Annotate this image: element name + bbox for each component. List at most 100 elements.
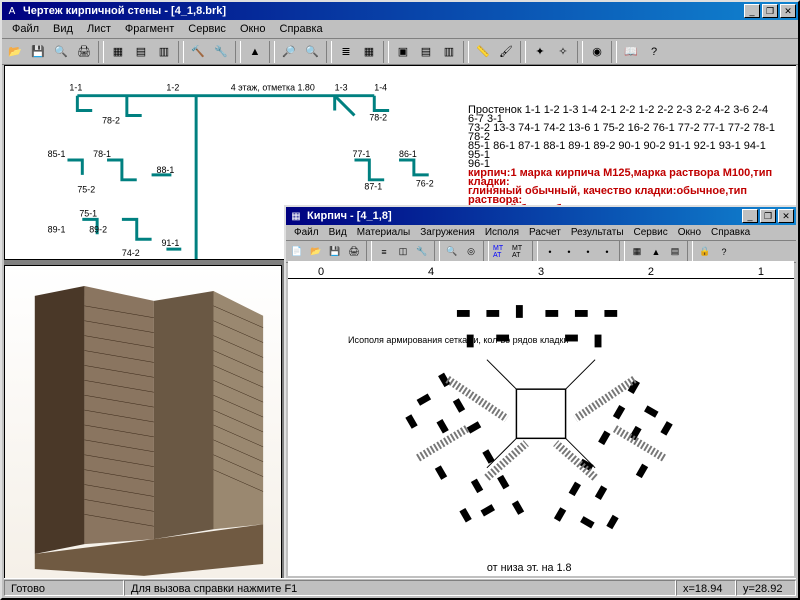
ruler-tick: 2 (648, 266, 654, 278)
open-icon[interactable]: 📂 (4, 41, 26, 63)
wrench-icon[interactable]: 🔧 (210, 41, 232, 63)
ruler-icon[interactable]: 📏 (472, 41, 494, 63)
sheets-icon[interactable]: ▦ (107, 41, 129, 63)
sub-save-icon[interactable]: 💾 (326, 243, 344, 261)
wall-label: 89-2 (89, 224, 107, 234)
sub-menu-iso[interactable]: Исполя (481, 226, 523, 239)
hammer-icon[interactable]: 🔨 (187, 41, 209, 63)
main-title: Чертеж кирпичной стены - [4_1,8.brk] (23, 5, 744, 17)
wall-label: 91-1 (161, 238, 179, 248)
menu-view[interactable]: Вид (47, 21, 79, 37)
zoom-in-icon[interactable]: 🔎 (278, 41, 300, 63)
help-icon[interactable]: ? (643, 41, 665, 63)
sub-close-button[interactable]: ✕ (778, 209, 794, 223)
sub-maximize-button[interactable]: ❐ (760, 209, 776, 223)
layer1-icon[interactable]: ▣ (392, 41, 414, 63)
print-icon[interactable]: 🖨 (73, 41, 95, 63)
menu-fragment[interactable]: Фрагмент (119, 21, 180, 37)
drawing-title: 4 этаж, отметка 1.80 (231, 83, 315, 93)
sub-app-icon: ▦ (288, 208, 304, 224)
sub-menubar: Файл Вид Материалы Загружения Исполя Рас… (286, 225, 796, 241)
sub-minimize-button[interactable]: _ (742, 209, 758, 223)
main-menubar: Файл Вид Лист Фрагмент Сервис Окно Справ… (2, 20, 798, 39)
kirpich-subwindow: ▦ Кирпич - [4_1,8] _ ❐ ✕ Файл Вид Матери… (284, 205, 796, 578)
wall-label: 75-2 (77, 185, 95, 195)
grid-icon[interactable]: ▦ (358, 41, 380, 63)
sub-menu-view[interactable]: Вид (325, 226, 351, 239)
save-icon[interactable]: 💾 (27, 41, 49, 63)
status-x: x=18.94 (676, 580, 736, 596)
sub-menu-results[interactable]: Результаты (567, 226, 628, 239)
plan-bottom-label: от низа эт. на 1.8 (487, 562, 572, 574)
sub-zoom-icon[interactable]: 🔍 (443, 243, 461, 261)
close-button[interactable]: ✕ (780, 4, 796, 18)
menu-file[interactable]: Файл (6, 21, 45, 37)
sub-help-icon[interactable]: ? (715, 243, 733, 261)
sub-menu-loads[interactable]: Загружения (416, 226, 479, 239)
menu-window[interactable]: Окно (234, 21, 272, 37)
menu-service[interactable]: Сервис (182, 21, 232, 37)
status-y: y=28.92 (736, 580, 796, 596)
menu-sheet[interactable]: Лист (81, 21, 117, 37)
sub-title: Кирпич - [4_1,8] (307, 210, 742, 222)
sub-grid-icon[interactable]: ▦ (628, 243, 646, 261)
frags-icon[interactable]: ▤ (130, 41, 152, 63)
sub-menu-window[interactable]: Окно (674, 226, 705, 239)
ruler-tick: 4 (428, 266, 434, 278)
spec-text: Простенок 1-1 1-2 1-3 1-4 2-1 2-2 1-2 2-… (468, 106, 778, 214)
sub-menu-help[interactable]: Справка (707, 226, 754, 239)
wall-label: 75-1 (79, 208, 97, 218)
main-window: A Чертеж кирпичной стены - [4_1,8.brk] _… (0, 0, 800, 600)
sub-mtat2-icon[interactable]: МТ АТ (511, 243, 529, 261)
sub-menu-file[interactable]: Файл (290, 226, 323, 239)
sub-dot2-icon[interactable]: • (560, 243, 578, 261)
brush-icon[interactable]: 🖌 (495, 41, 517, 63)
main-toolbar: 📂 💾 🔍 🖨 ▦ ▤ ▥ 🔨 🔧 ▲ 🔎 🔍 ≣ ▦ ▣ ▤ ▥ 📏 🖌 ✦ … (2, 39, 798, 65)
sub-tool1-icon[interactable]: ≡ (375, 243, 393, 261)
sub-menu-service[interactable]: Сервис (630, 226, 672, 239)
sub-wrench-icon[interactable]: 🔧 (413, 243, 431, 261)
sub-mtat1-icon[interactable]: МТ АТ (492, 243, 510, 261)
star-icon[interactable]: ✦ (529, 41, 551, 63)
sub-toolbar: 📄 📂 💾 🖨 ≡ ◫ 🔧 🔍 ◎ МТ АТ МТ АТ • • • • (286, 241, 796, 263)
stack-icon[interactable]: ▥ (153, 41, 175, 63)
ruler-tick: 1 (758, 266, 764, 278)
sub-list-icon[interactable]: ▤ (666, 243, 684, 261)
star2-icon[interactable]: ✧ (552, 41, 574, 63)
minimize-button[interactable]: _ (744, 4, 760, 18)
building-3d-view (4, 265, 282, 578)
wall-label: 78-1 (93, 149, 111, 159)
wall-label: 1-1 (69, 83, 82, 93)
book-icon[interactable]: 📖 (620, 41, 642, 63)
globe-icon[interactable]: ◉ (586, 41, 608, 63)
chart-icon[interactable]: ▲ (244, 41, 266, 63)
sub-new-icon[interactable]: 📄 (288, 243, 306, 261)
wall-label: 77-1 (353, 149, 371, 159)
main-titlebar: A Чертеж кирпичной стены - [4_1,8.brk] _… (2, 2, 798, 20)
sub-dot1-icon[interactable]: • (541, 243, 559, 261)
ruler-tick: 3 (538, 266, 544, 278)
sub-menu-calc[interactable]: Расчет (525, 226, 565, 239)
statusbar: Готово Для вызова справки нажмите F1 x=1… (4, 578, 796, 596)
zoom-out-icon[interactable]: 🔍 (301, 41, 323, 63)
sub-tool2-icon[interactable]: ◫ (394, 243, 412, 261)
sub-open-icon[interactable]: 📂 (307, 243, 325, 261)
layer2-icon[interactable]: ▤ (415, 41, 437, 63)
menu-help[interactable]: Справка (274, 21, 329, 37)
preview-icon[interactable]: 🔍 (50, 41, 72, 63)
sub-menu-materials[interactable]: Материалы (353, 226, 415, 239)
spec-line: 85-1 86-1 87-1 88-1 89-1 89-2 90-1 90-2 … (468, 142, 778, 160)
sub-lock-icon[interactable]: 🔒 (696, 243, 714, 261)
floor-plan: от низа эт. на 1.8 (288, 281, 794, 576)
status-hint: Для вызова справки нажмите F1 (124, 580, 676, 596)
app-icon: A (4, 3, 20, 19)
sub-print-icon[interactable]: 🖨 (345, 243, 363, 261)
sub-dot4-icon[interactable]: • (598, 243, 616, 261)
layer3-icon[interactable]: ▥ (438, 41, 460, 63)
restore-button[interactable]: ❐ (762, 4, 778, 18)
sub-target-icon[interactable]: ◎ (462, 243, 480, 261)
workspace: 1-1 1-2 4 этаж, отметка 1.80 1-3 1-4 78-… (4, 65, 796, 578)
sub-chart-icon[interactable]: ▲ (647, 243, 665, 261)
sub-dot3-icon[interactable]: • (579, 243, 597, 261)
align-icon[interactable]: ≣ (335, 41, 357, 63)
